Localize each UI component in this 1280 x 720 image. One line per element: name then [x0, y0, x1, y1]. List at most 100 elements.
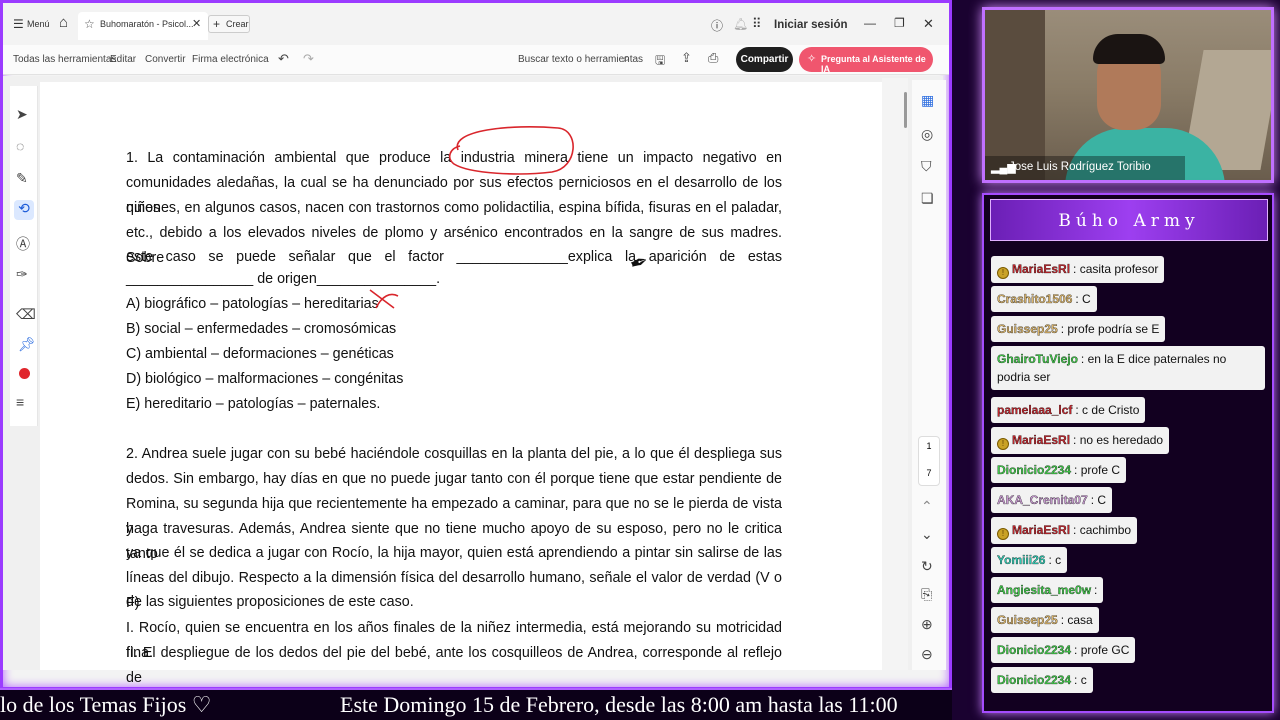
maximize-icon[interactable]: ❐ [894, 16, 905, 30]
chat-text: : cachimbo [1073, 523, 1132, 537]
star-icon[interactable]: ☆ [84, 17, 95, 31]
stamp-icon[interactable]: ✑ [16, 266, 28, 283]
total-pages: 7 [926, 468, 932, 478]
plus-icon: + [213, 17, 221, 31]
chat-message: Crashito1506: C [991, 286, 1097, 312]
comment-panel-icon[interactable]: ◎ [921, 126, 933, 143]
undo-icon[interactable]: ↶ [278, 51, 289, 67]
apps-grid-icon[interactable]: ⠿ [752, 16, 762, 32]
save-icon[interactable]: 🖫 [655, 51, 665, 72]
bookmark-icon[interactable]: ⛉ [921, 158, 932, 175]
chat-text: : c [1074, 673, 1087, 687]
annotation-circle [448, 126, 574, 175]
convert-menu[interactable]: Convertir [145, 54, 186, 65]
fit-page-icon[interactable]: ⎘ [921, 586, 932, 603]
name-plate: ▂▄▆ Jose Luis Rodríguez Toribio [985, 156, 1185, 180]
minimize-icon[interactable]: — [864, 16, 876, 30]
ai-assistant-button[interactable]: ✧ Pregunta al Asistente de IA [799, 47, 933, 74]
redo-icon[interactable]: ↷ [303, 51, 314, 67]
chat-text: : [1094, 583, 1098, 597]
chat-message: ! MariaEsRl: no es heredado [991, 427, 1170, 454]
hamburger-menu-icon[interactable]: ☰ [13, 17, 24, 31]
chat-message: Dionicio2234: profe C [991, 457, 1127, 483]
edit-menu[interactable]: Editar [110, 54, 136, 65]
ai-summary-icon[interactable]: ▦ [921, 92, 934, 109]
toolbar: Todas las herramientas Editar Convertir … [3, 45, 949, 75]
chat-username[interactable]: Dionicio2234 [997, 643, 1071, 657]
stream-frame: ☰ Menú ⌂ ☆ Buhomaratón - Psicol... ✕ + C… [0, 0, 1280, 720]
left-tool-rail: ➤ ◌ ✎ ⟲ Ⓐ ✑ ⌫ 📌︎ ≡ [10, 86, 38, 426]
create-button[interactable]: + Crear [208, 15, 250, 33]
q2-line-1: 2. Andrea suele jugar con su bebé hacién… [126, 446, 782, 462]
chat-message: AKA_Cremita07: C [991, 487, 1113, 513]
tab-document[interactable]: ☆ Buhomaratón - Psicol... ✕ [78, 12, 208, 40]
chat-text: : profe GC [1074, 643, 1130, 657]
right-tool-rail: ▦ ◎ ⛉ ❏ 1 7 ⌃ ⌄ ↻ ⎘ ⊕ ⊖ [912, 80, 946, 670]
current-page: 1 [926, 441, 932, 451]
help-icon[interactable]: ⓘ [711, 17, 723, 34]
page-indicator[interactable]: 1 7 [918, 436, 940, 486]
chat-username[interactable]: pamelaaa_lcf [997, 403, 1073, 417]
chat-message: GhairoTuViejo: en la E dice paternales n… [991, 346, 1265, 390]
text-box-icon[interactable]: Ⓐ [16, 234, 30, 254]
close-window-icon[interactable]: ✕ [923, 16, 934, 32]
draw-icon[interactable]: ⟲ [14, 200, 34, 220]
zoom-in-icon[interactable]: ⊕ [921, 616, 933, 633]
chat-text: : c [1048, 553, 1062, 567]
ai-assistant-label: Pregunta al Asistente de IA [821, 54, 926, 74]
q2-line-5: ya que él se dedica a jugar con Rocío, l… [126, 545, 782, 561]
chat-message: ! MariaEsRl: casita profesor [991, 256, 1165, 283]
chat-username[interactable]: Guissep25 [997, 322, 1058, 336]
chat-text: : profe podría se E [1060, 322, 1160, 336]
title-bar: ☰ Menú ⌂ ☆ Buhomaratón - Psicol... ✕ + C… [3, 3, 949, 47]
chat-text: : profe C [1074, 463, 1121, 477]
webcam-name: Jose Luis Rodríguez Toribio [1009, 161, 1151, 173]
scroll-thumb[interactable] [904, 92, 907, 128]
chat-username[interactable]: Dionicio2234 [997, 673, 1071, 687]
rotate-icon[interactable]: ↻ [921, 558, 933, 575]
search-icon[interactable]: ⌕ [623, 50, 630, 66]
home-icon[interactable]: ⌂ [59, 14, 68, 31]
chat-message: Guissep25: profe podría se E [991, 316, 1166, 342]
q1-option-d: D) biológico – malformaciones – congénit… [126, 371, 404, 387]
share-button[interactable]: Compartir [736, 47, 793, 72]
esign-menu[interactable]: Firma electrónica [192, 54, 269, 65]
chat-username[interactable]: Angiesita_me0w [997, 583, 1091, 597]
comment-icon[interactable]: ◌ [16, 138, 24, 154]
q2-line-2: dedos. Sin embargo, hay días en que no p… [126, 471, 782, 487]
chat-username[interactable]: GhairoTuViejo [997, 352, 1078, 366]
chat-username[interactable]: Yomiii26 [997, 553, 1046, 567]
upload-icon[interactable]: ⇪ [681, 50, 692, 66]
chat-text: : C [1075, 292, 1091, 306]
chat-username[interactable]: Dionicio2234 [997, 463, 1071, 477]
chat-message: ! MariaEsRl: cachimbo [991, 517, 1138, 544]
eraser-icon[interactable]: ⌫ [16, 306, 36, 323]
chat-username[interactable]: Crashito1506 [997, 292, 1073, 306]
color-picker-icon[interactable] [19, 368, 30, 379]
more-menu-icon[interactable]: ≡ [16, 394, 24, 410]
cursor-icon[interactable]: ➤ [16, 106, 28, 123]
print-icon[interactable]: ⎙ [708, 50, 718, 66]
chat-username[interactable]: Guissep25 [997, 613, 1058, 627]
q1-option-a: A) biográfico – patologías – hereditaria… [126, 296, 379, 312]
bell-icon[interactable]: 🔔︎ [733, 17, 748, 31]
chat-username[interactable]: MariaEsRl [1012, 433, 1070, 447]
chat-title: Búho Army [990, 199, 1268, 241]
close-tab-icon[interactable]: ✕ [192, 17, 201, 30]
pages-icon[interactable]: ❏ [921, 190, 934, 207]
pen-icon[interactable]: ✎ [16, 170, 28, 187]
vertical-scrollbar[interactable] [882, 78, 908, 670]
chat-username[interactable]: MariaEsRl [1012, 523, 1070, 537]
menu-label[interactable]: Menú [27, 19, 50, 29]
chat-username[interactable]: MariaEsRl [1012, 262, 1070, 276]
chat-message: Yomiii26: c [991, 547, 1068, 573]
all-tools-menu[interactable]: Todas las herramientas [13, 54, 116, 65]
page-up-icon[interactable]: ⌃ [921, 498, 933, 515]
page-down-icon[interactable]: ⌄ [921, 526, 933, 543]
zoom-out-icon[interactable]: ⊖ [921, 646, 933, 663]
pin-icon[interactable]: 📌︎ [18, 336, 36, 353]
chat-message: Angiesita_me0w: [991, 577, 1104, 603]
chat-username[interactable]: AKA_Cremita07 [997, 493, 1088, 507]
ai-icon: ✧ [807, 53, 817, 65]
signin-button[interactable]: Iniciar sesión [774, 19, 848, 31]
